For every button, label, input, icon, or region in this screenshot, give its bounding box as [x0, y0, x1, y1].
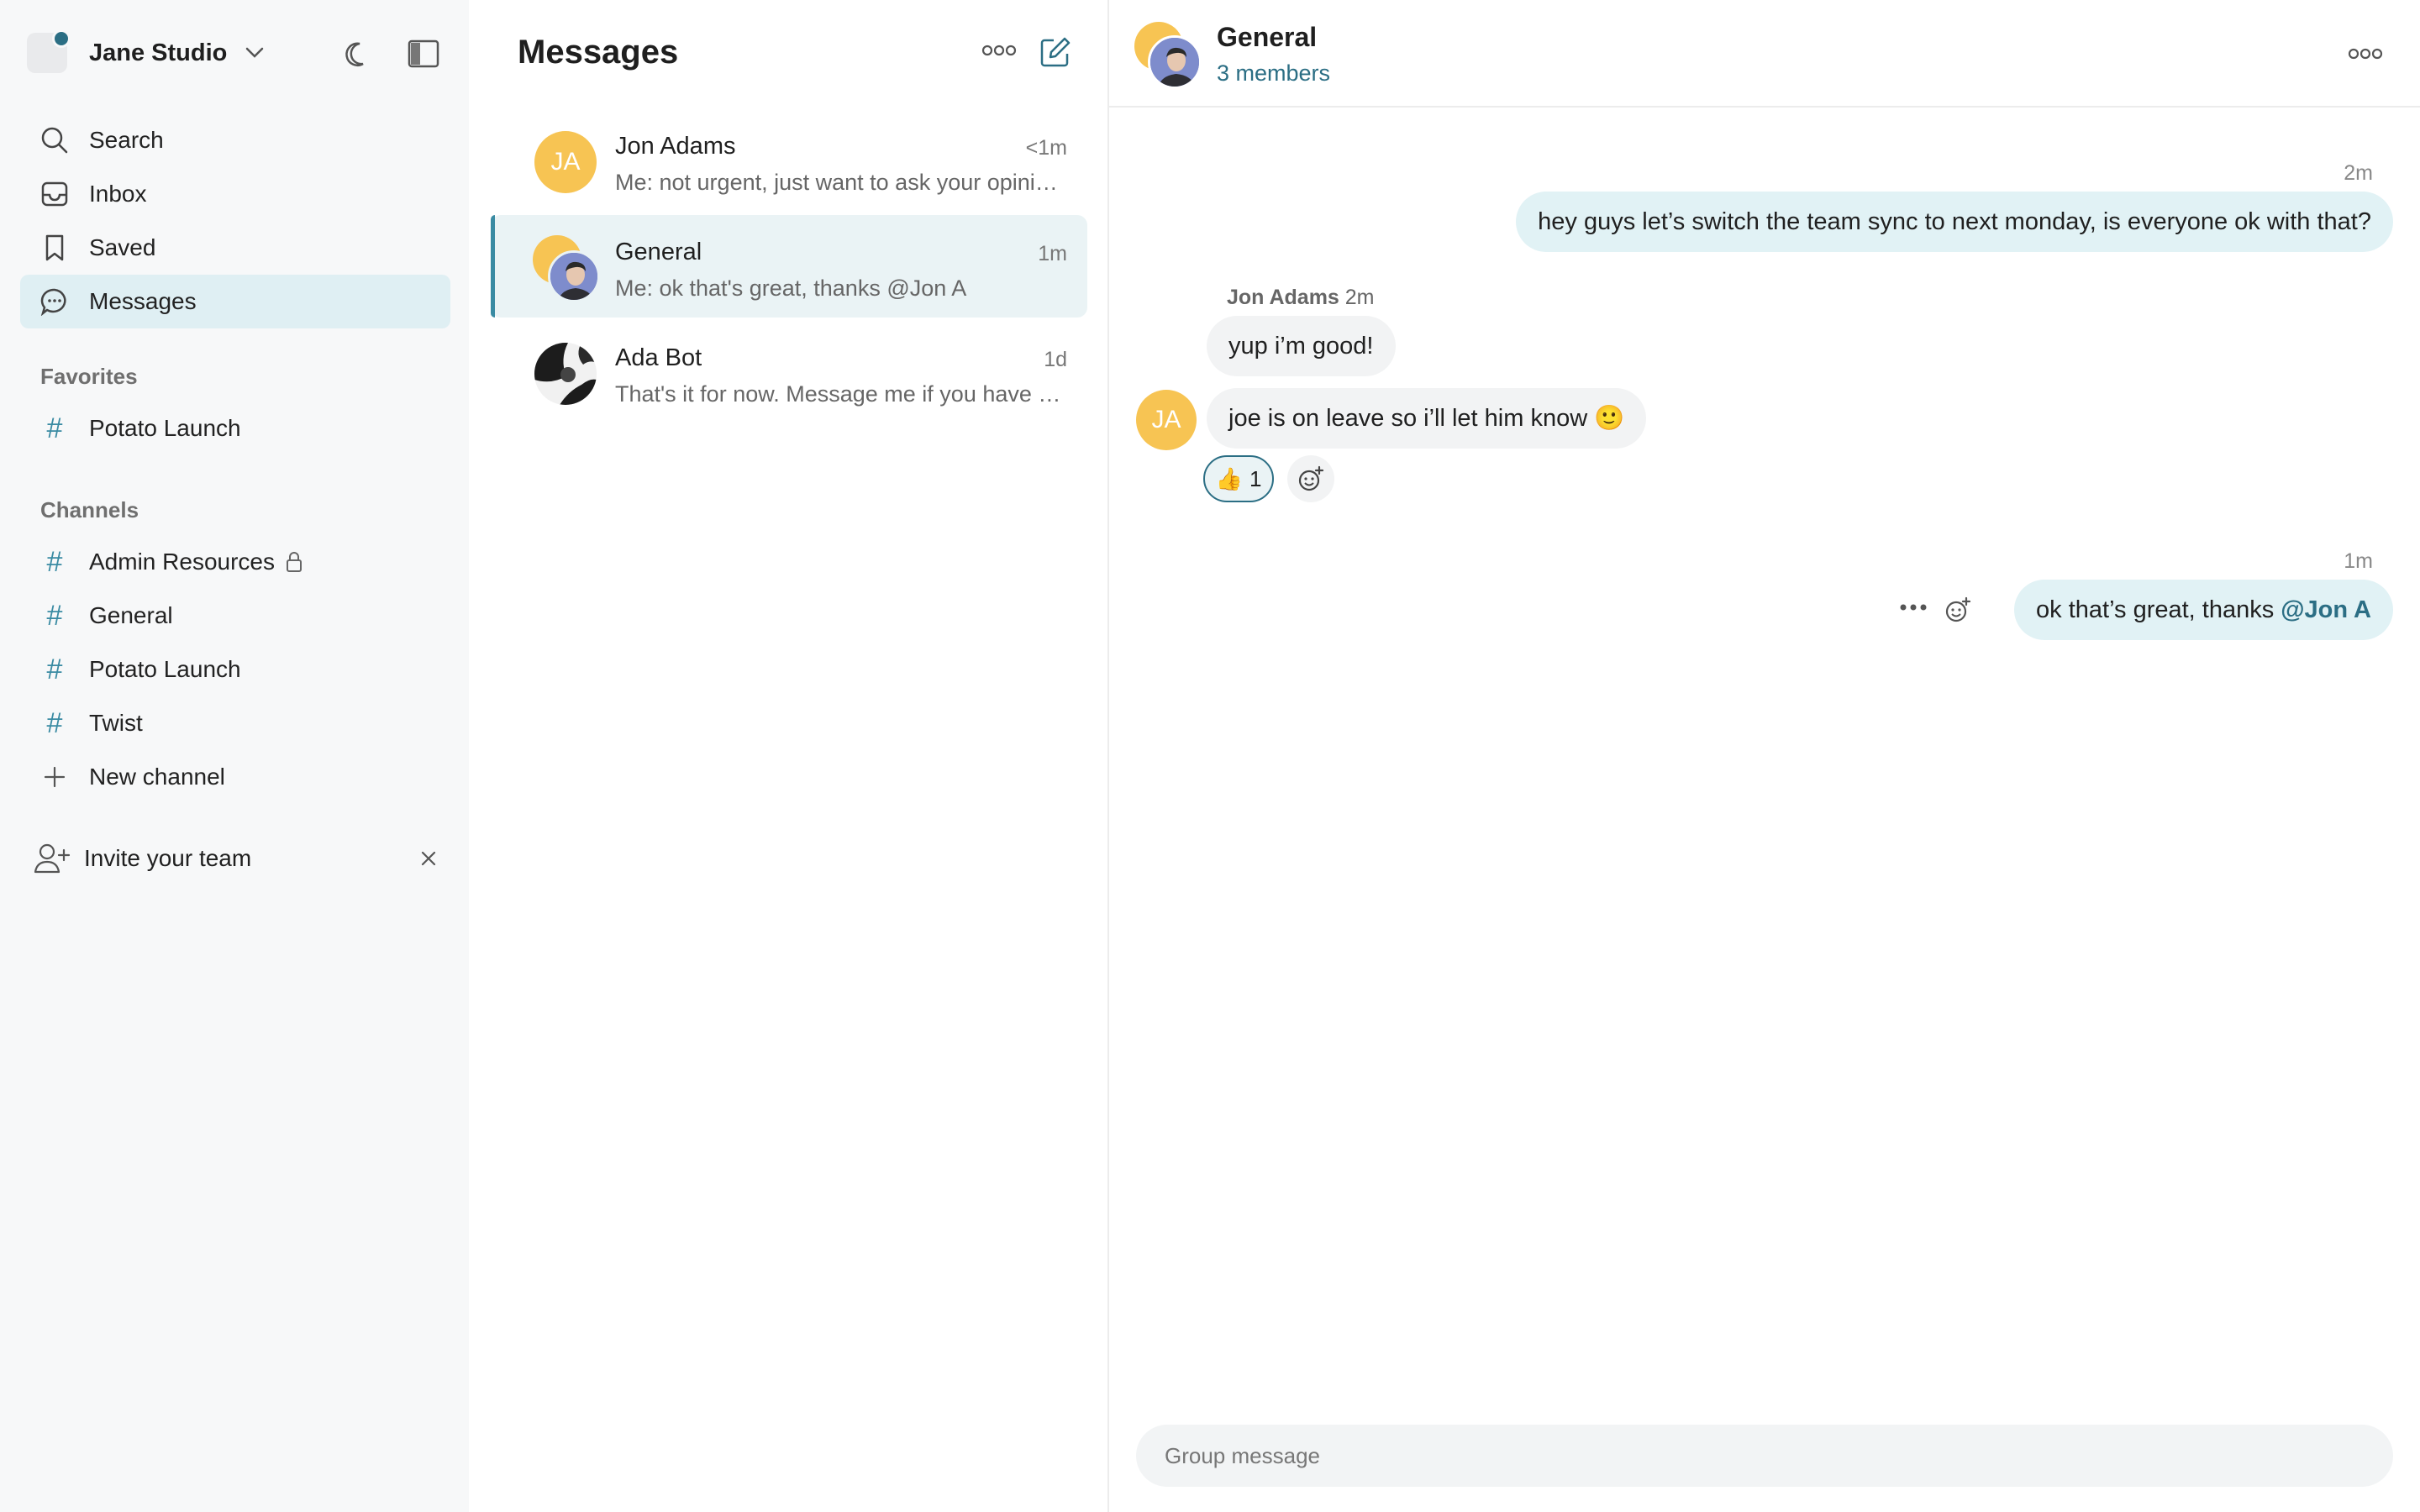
- conversation-time: 1d: [1044, 348, 1067, 371]
- invite-label: Invite your team: [84, 845, 252, 871]
- close-icon[interactable]: [420, 850, 437, 867]
- nav-item-label: Inbox: [89, 181, 147, 207]
- new-channel-label: New channel: [89, 764, 225, 790]
- hash-icon: #: [46, 653, 63, 685]
- avatar: JA: [1136, 390, 1197, 450]
- conversation-item-ada-bot[interactable]: Ada Bot 1d That's it for now. Message me…: [491, 321, 1087, 423]
- conversation-name: Ada Bot: [615, 344, 702, 371]
- favorite-item-potato-launch[interactable]: # Potato Launch: [20, 402, 450, 455]
- nav-item-inbox[interactable]: Inbox: [20, 167, 450, 221]
- channel-label: Potato Launch: [89, 415, 241, 441]
- sender-name: Jon Adams: [1227, 286, 1339, 309]
- hash-icon: #: [46, 599, 63, 632]
- message-sender: Jon Adams 2m: [1227, 286, 1375, 310]
- message-time: 2m: [1344, 286, 1375, 309]
- reaction-count: 1: [1249, 465, 1262, 491]
- channel-label: Potato Launch: [89, 656, 241, 682]
- workspace-logo: [27, 29, 71, 73]
- bookmark-icon: [39, 232, 71, 264]
- more-icon[interactable]: [981, 42, 1017, 59]
- add-user-icon: [34, 842, 71, 875]
- lock-icon: [285, 551, 303, 573]
- conversation-item-general[interactable]: General 1m Me: ok that's great, thanks @…: [491, 215, 1087, 318]
- conversation-list: Messages JA Jon Adams <1m Me: not urgent…: [469, 0, 1109, 1512]
- channel-label: Twist: [89, 710, 143, 736]
- nav-item-label: Search: [89, 127, 164, 153]
- chevron-down-icon: [245, 47, 264, 59]
- channel-item-general[interactable]: # General: [20, 589, 450, 643]
- search-icon: [39, 124, 71, 156]
- message-text: ok that’s great, thanks: [2036, 596, 2275, 623]
- more-icon[interactable]: [1899, 603, 1928, 612]
- conversation-preview: Me: ok that's great, thanks @Jon A: [615, 276, 967, 301]
- page-title: Messages: [518, 34, 679, 71]
- add-reaction-button[interactable]: [1287, 455, 1334, 502]
- message-composer[interactable]: Group message: [1136, 1425, 2393, 1487]
- plus-icon: [39, 764, 71, 790]
- message-bubble[interactable]: hey guys let’s switch the team sync to n…: [1516, 192, 2393, 252]
- sidebar: Jane Studio Search Inbox Saved Messages …: [0, 0, 469, 1512]
- inbox-icon: [39, 178, 71, 210]
- chat-title: General: [1217, 22, 1318, 52]
- members-link[interactable]: 3 members: [1217, 60, 1330, 87]
- message-bubble[interactable]: yup i’m good!: [1207, 316, 1396, 376]
- conversation-preview: That's it for now. Message me if you hav…: [615, 381, 1069, 407]
- chat-bubble-icon: [39, 286, 71, 318]
- favorites-list: # Potato Launch: [20, 402, 450, 455]
- compose-icon[interactable]: [1039, 35, 1072, 69]
- invite-team-row[interactable]: Invite your team: [34, 833, 437, 884]
- conversation-time: <1m: [1025, 136, 1067, 160]
- add-reaction-icon[interactable]: [1944, 596, 1971, 623]
- workspace-switcher[interactable]: Jane Studio: [27, 27, 264, 79]
- channel-label: Admin Resources: [89, 549, 275, 575]
- favorites-heading: Favorites: [40, 364, 138, 389]
- hash-icon: #: [46, 545, 63, 578]
- dark-mode-icon[interactable]: [339, 37, 373, 71]
- nav-item-label: Messages: [89, 288, 197, 314]
- message-bubble[interactable]: ok that’s great, thanks @Jon A: [2014, 580, 2393, 640]
- chat-header: General 3 members: [1109, 0, 2420, 108]
- status-dot: [52, 29, 71, 48]
- group-avatar: [1134, 22, 1203, 91]
- hash-icon: #: [46, 412, 63, 444]
- message-time: 1m: [2344, 549, 2373, 573]
- bot-avatar: [534, 343, 597, 405]
- composer-placeholder: Group message: [1165, 1442, 1320, 1468]
- conversation-preview: Me: not urgent, just want to ask your op…: [615, 170, 1069, 195]
- mention-link[interactable]: @Jon A: [2281, 596, 2371, 624]
- hash-icon: #: [46, 706, 63, 739]
- channel-label: General: [89, 602, 173, 628]
- channel-item-twist[interactable]: # Twist: [20, 696, 450, 750]
- message-bubble[interactable]: joe is on leave so i’ll let him know 🙂: [1207, 388, 1647, 449]
- reaction-thumbs-up[interactable]: 👍 1: [1203, 455, 1274, 502]
- channels-list: # Admin Resources # General # Potato Lau…: [20, 535, 450, 804]
- channel-item-potato-launch[interactable]: # Potato Launch: [20, 643, 450, 696]
- channel-item-admin-resources[interactable]: # Admin Resources: [20, 535, 450, 589]
- conversation-name: General: [615, 239, 702, 265]
- sidebar-toggle-icon[interactable]: [407, 37, 440, 71]
- new-channel-button[interactable]: New channel: [20, 750, 450, 804]
- conversation-item-jon-adams[interactable]: JA Jon Adams <1m Me: not urgent, just wa…: [491, 109, 1087, 212]
- add-reaction-icon: [1297, 465, 1324, 492]
- thumbs-up-emoji: 👍: [1215, 465, 1243, 491]
- main-nav: Search Inbox Saved Messages: [20, 113, 450, 328]
- conversation-time: 1m: [1038, 242, 1067, 265]
- nav-item-saved[interactable]: Saved: [20, 221, 450, 275]
- nav-item-label: Saved: [89, 234, 156, 260]
- group-avatar: [533, 235, 600, 302]
- more-icon[interactable]: [2348, 45, 2383, 62]
- chat-pane: General 3 members 2m hey guys let’s swit…: [1109, 0, 2420, 1512]
- nav-item-messages[interactable]: Messages: [20, 275, 450, 328]
- nav-item-search[interactable]: Search: [20, 113, 450, 167]
- avatar: JA: [534, 131, 597, 193]
- workspace-name: Jane Studio: [89, 39, 228, 66]
- message-time: 2m: [2344, 161, 2373, 185]
- conversation-name: Jon Adams: [615, 133, 736, 160]
- channels-heading: Channels: [40, 497, 139, 522]
